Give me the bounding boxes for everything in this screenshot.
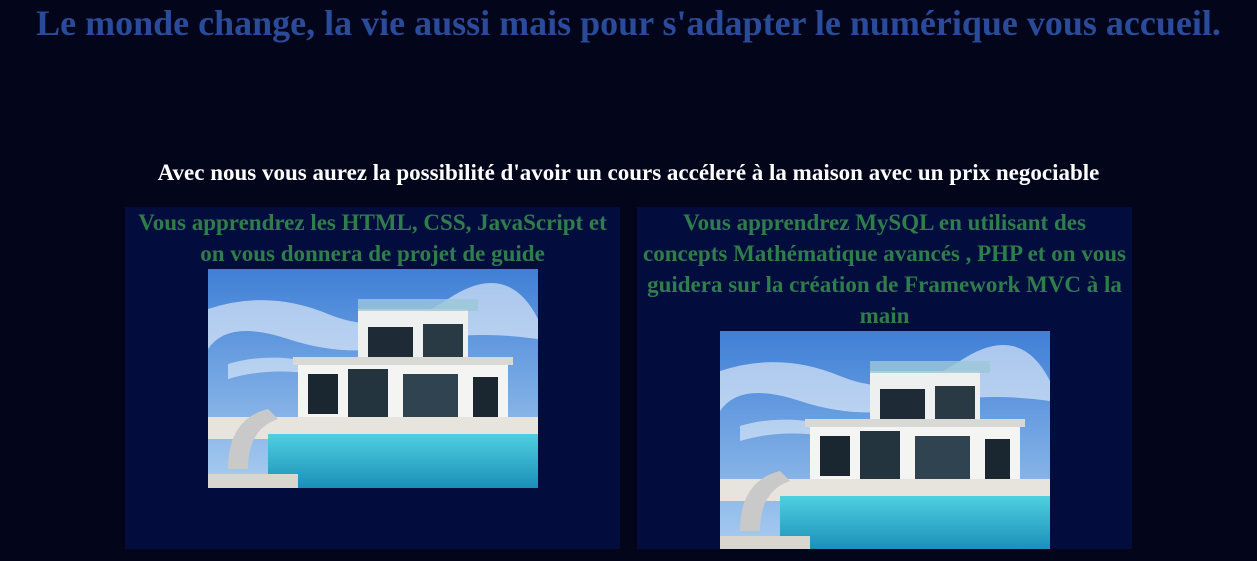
intro-text: Avec nous vous aurez la possibilité d'av… bbox=[157, 160, 1100, 185]
villa-pool-image bbox=[719, 331, 1050, 549]
villa-pool-image bbox=[207, 269, 538, 488]
course-card-frontend: Vous apprendrez les HTML, CSS, JavaScrip… bbox=[125, 207, 620, 549]
course-card-backend: Vous apprendrez MySQL en utilisant des c… bbox=[637, 207, 1132, 549]
course-card-text: Vous apprendrez MySQL en utilisant des c… bbox=[643, 210, 1126, 328]
course-card-text: Vous apprendrez les HTML, CSS, JavaScrip… bbox=[138, 210, 607, 266]
page-title: Le monde change, la vie aussi mais pour … bbox=[36, 3, 1221, 43]
